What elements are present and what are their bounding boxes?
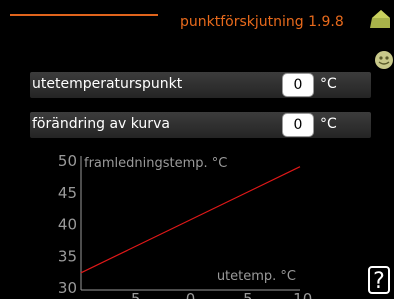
help-button[interactable]: ? — [368, 266, 390, 294]
house-icon[interactable] — [368, 8, 392, 30]
setting-row-outdoor-temp-point[interactable]: utetemperaturspunkt 0 °C — [30, 72, 371, 98]
heating-curve-line — [80, 166, 301, 274]
unit-label: °C — [320, 116, 337, 132]
x-axis-label: utetemp. °C — [217, 269, 296, 284]
x-tick-label: 0 — [186, 290, 196, 299]
face-icon[interactable] — [370, 48, 394, 70]
y-tick-label: 45 — [58, 184, 77, 202]
x-tick-label: -5 — [238, 290, 253, 299]
y-tick-label: 50 — [58, 152, 77, 170]
x-tick-label: -10 — [288, 290, 313, 299]
y-tick-label: 30 — [58, 279, 77, 297]
setting-label: utetemperaturspunkt — [32, 76, 183, 92]
x-tick-label: 5 — [131, 290, 141, 299]
menu-title: punktförskjutning 1.9.8 — [180, 14, 344, 30]
unit-label: °C — [320, 76, 337, 92]
setting-label: förändring av kurva — [32, 116, 170, 132]
value-field[interactable]: 0 — [282, 73, 314, 97]
value-field[interactable]: 0 — [282, 113, 314, 137]
y-axis-label: framledningstemp. °C — [84, 156, 227, 171]
y-tick-label: 35 — [58, 247, 77, 265]
header-accent-line — [10, 14, 158, 16]
setting-row-curve-change[interactable]: förändring av kurva 0 °C — [30, 112, 371, 138]
y-tick-label: 40 — [58, 216, 77, 234]
heating-curve-chart: 5045403530 5 0 -5 -10 framledningstemp. °C … — [58, 152, 313, 299]
